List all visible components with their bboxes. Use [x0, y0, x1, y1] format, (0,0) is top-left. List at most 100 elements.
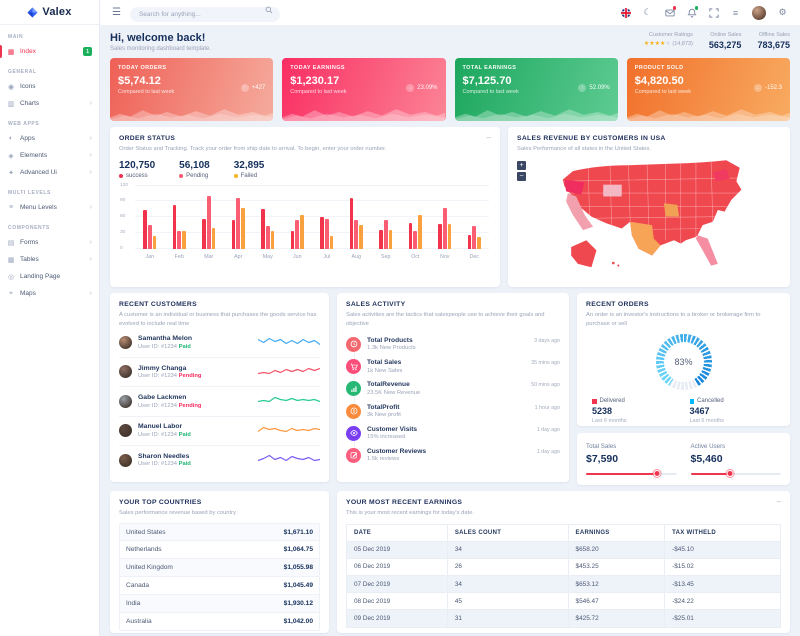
- rating-count: (14,873): [672, 41, 693, 47]
- minimize-icon[interactable]: –: [777, 497, 781, 506]
- customer-sparkline: [258, 334, 320, 352]
- sidebar-item-landing-page[interactable]: ◎Landing Page: [0, 268, 99, 285]
- activity-item-customer-visits[interactable]: Customer Visits15% increased1 day ago: [346, 422, 560, 444]
- menu-lines-icon[interactable]: ≡: [730, 7, 741, 18]
- sidebar-item-label: Elements: [20, 152, 47, 159]
- activity-item-totalrevenue[interactable]: TotalRevenue23.5K New Revenue50 mins ago: [346, 378, 560, 400]
- messages-envelope-icon[interactable]: [664, 7, 675, 18]
- sidebar: Valex MAIN▦Index1GENERAL◉Icons▥Charts›WE…: [0, 0, 100, 636]
- bar-pending: [177, 231, 181, 249]
- sidebar-item-label: Tables: [20, 256, 39, 263]
- orders-gauge: 83%: [656, 334, 712, 390]
- activity-item-total-sales[interactable]: Total Sales1k New Sales35 mins ago: [346, 356, 560, 378]
- country-amount: $1,930.12: [284, 600, 313, 607]
- hamburger-icon[interactable]: ☰: [112, 8, 121, 18]
- bar-success: [143, 210, 147, 248]
- summary-card-today-earnings[interactable]: TODAY EARNINGS$1,230.17Compared to last …: [282, 58, 445, 121]
- card-label: PRODUCT SOLD: [635, 65, 782, 71]
- sidebar-item-forms[interactable]: ▤Forms›: [0, 234, 99, 251]
- activity-title: Total Products: [367, 337, 416, 344]
- cell-earnings: $658.20: [568, 541, 665, 558]
- recent-customers-panel: RECENT CUSTOMERS A customer is an indivi…: [110, 293, 329, 482]
- country-amount: $1,045.49: [284, 582, 313, 589]
- sidebar-item-apps[interactable]: ◐Apps›: [0, 130, 99, 147]
- activity-item-customer-reviews[interactable]: Customer Reviews1.5k reviews1 day ago: [346, 444, 560, 466]
- map-zoom-out-button[interactable]: −: [517, 172, 526, 181]
- notifications-bell-icon[interactable]: [686, 7, 697, 18]
- order-stat-failed: 32,895Failed: [234, 160, 265, 179]
- customer-row-samantha-melon[interactable]: Samantha MelonUser ID: #1234 Paid: [119, 328, 320, 357]
- activity-title: Total Sales: [367, 359, 402, 366]
- bar-group-nov: [430, 186, 460, 249]
- activity-time: 1 hour ago: [535, 404, 560, 419]
- bar-group-may: [253, 186, 283, 249]
- activity-time: 50 mins ago: [531, 381, 560, 396]
- brand-logo[interactable]: Valex: [0, 0, 99, 25]
- activity-item-totalprofit[interactable]: $TotalProfit3k New profit1 hour ago: [346, 400, 560, 422]
- edit-icon: [346, 448, 361, 463]
- activity-item-total-products[interactable]: Total Products1.3k New Products3 days ag…: [346, 333, 560, 355]
- usa-map[interactable]: [517, 156, 781, 274]
- language-flag-icon[interactable]: [620, 7, 631, 18]
- chevron-right-icon: ›: [90, 169, 92, 176]
- slider-handle[interactable]: [653, 470, 660, 477]
- state-oregon[interactable]: [565, 179, 585, 194]
- dark-mode-moon-icon[interactable]: ☾: [642, 7, 653, 18]
- country-row-united-states: United States$1,671.10: [120, 524, 319, 542]
- user-avatar[interactable]: [752, 6, 766, 20]
- card-badge-text: 23.09%: [417, 85, 437, 91]
- cell-date: 09 Dec 2019: [347, 610, 448, 627]
- order-status-bar-chart[interactable]: 0306090120 JanFebMarAprMayJunJulAugSepOc…: [119, 186, 491, 260]
- fullscreen-icon[interactable]: [708, 7, 719, 18]
- card-label: TOTAL EARNINGS: [463, 65, 610, 71]
- mini-slider[interactable]: [586, 470, 677, 477]
- customer-meta: User ID: #1234 Paid: [138, 344, 192, 350]
- map-zoom-in-button[interactable]: +: [517, 161, 526, 170]
- gauge-value: 83%: [656, 334, 712, 390]
- customer-row-gabe-lackmen[interactable]: Gabe LackmenUser ID: #1234 Pending: [119, 387, 320, 416]
- search-input[interactable]: [130, 7, 280, 22]
- bar-group-apr: [224, 186, 254, 249]
- bar-pending: [413, 231, 417, 248]
- clock-icon: [346, 337, 361, 352]
- tables-icon: ▦: [7, 256, 15, 264]
- chart-bars-icon: [346, 381, 361, 396]
- state-missouri[interactable]: [664, 203, 679, 216]
- state-florida[interactable]: [696, 235, 718, 265]
- sidebar-item-charts[interactable]: ▥Charts›: [0, 95, 99, 112]
- mini-slider[interactable]: [691, 470, 782, 477]
- mini-sliders: Total Sales$7,590Active Users$5,460: [586, 441, 781, 477]
- cart-icon: [346, 359, 361, 374]
- cell-earnings: $653.12: [568, 576, 665, 593]
- state-alaska[interactable]: [571, 240, 596, 267]
- sidebar-item-elements[interactable]: ◈Elements›: [0, 147, 99, 164]
- country-row-india: India$1,930.12: [120, 595, 319, 613]
- summary-card-today-orders[interactable]: TODAY ORDERS$5,74.12Compared to last wee…: [110, 58, 273, 121]
- search-icon[interactable]: [265, 6, 273, 14]
- activity-time: 35 mins ago: [531, 359, 560, 374]
- customer-row-sharon-needles[interactable]: Sharon NeedlesUser ID: #1234 Paid: [119, 446, 320, 474]
- slider-handle[interactable]: [727, 470, 734, 477]
- summary-card-total-earnings[interactable]: TOTAL EARNINGS$7,125.70Compared to last …: [455, 58, 618, 121]
- cancelled-stat: Cancelled 3467 Last 6 months: [684, 398, 782, 424]
- sidebar-item-tables[interactable]: ▦Tables›: [0, 251, 99, 268]
- minimize-icon[interactable]: –: [487, 133, 491, 142]
- sidebar-item-menu-levels[interactable]: ≡Menu Levels›: [0, 199, 99, 216]
- customer-row-manuel-labor[interactable]: Manuel LaborUser ID: #1234 Paid: [119, 417, 320, 446]
- summary-card-product-sold[interactable]: PRODUCT SOLD$4,820.50Compared to last we…: [627, 58, 790, 121]
- card-badge: ↓23.09%: [406, 84, 437, 92]
- settings-gear-icon[interactable]: ⚙: [777, 7, 788, 18]
- customer-sparkline: [258, 451, 320, 469]
- avatar: [119, 424, 132, 437]
- elements-icon: ◈: [7, 152, 15, 160]
- sidebar-item-icons[interactable]: ◉Icons: [0, 78, 99, 95]
- sidebar-item-maps[interactable]: ⌖Maps›: [0, 285, 99, 302]
- country-name: United States: [126, 529, 166, 536]
- sidebar-item-advanced-ui[interactable]: ✦Advanced Ui›: [0, 164, 99, 181]
- order-stat-label: success: [119, 173, 155, 179]
- activity-text: Total Products1.3k New Products: [367, 337, 416, 352]
- sidebar-item-index[interactable]: ▦Index1: [0, 43, 99, 60]
- customer-row-jimmy-changa[interactable]: Jimmy ChangaUser ID: #1234 Pending: [119, 358, 320, 387]
- offline-sales-label: Offline Sales: [757, 32, 790, 38]
- state-wyoming[interactable]: [603, 184, 622, 196]
